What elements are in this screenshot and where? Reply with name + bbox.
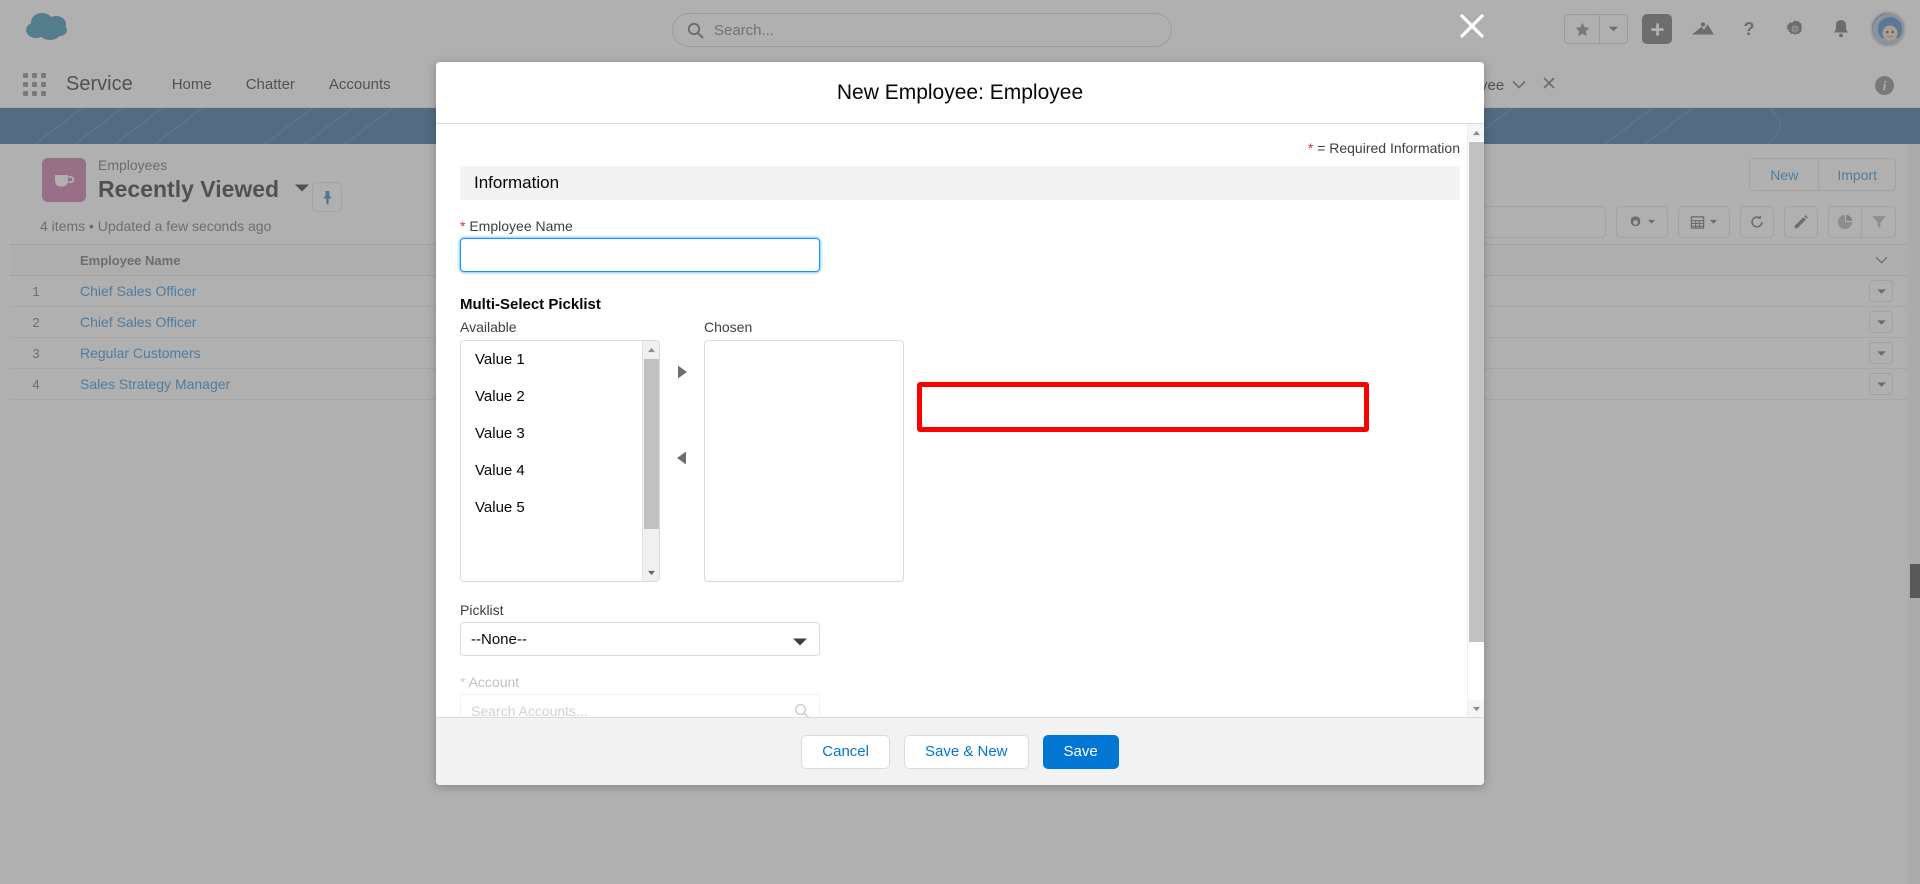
modal-scrollbar[interactable]: [1467, 124, 1484, 717]
list-item[interactable]: Value 2: [461, 378, 659, 415]
cancel-button[interactable]: Cancel: [801, 734, 890, 769]
scroll-up-arrow-icon[interactable]: [643, 341, 659, 358]
employee-name-field: * Employee Name: [436, 200, 1484, 272]
scroll-down-arrow-icon[interactable]: [1468, 700, 1484, 717]
picklist-field: Picklist --None--: [436, 582, 1484, 656]
move-right-icon[interactable]: [671, 361, 693, 383]
required-asterisk: *: [460, 674, 466, 690]
available-label: Available: [460, 319, 517, 335]
scrollbar-thumb[interactable]: [1469, 142, 1484, 642]
account-field: * Account: [436, 656, 1484, 717]
multi-select-picklist: Multi-Select Picklist Available Value 1 …: [436, 272, 1484, 582]
picklist-label: Picklist: [460, 602, 504, 618]
scroll-up-arrow-icon[interactable]: [1468, 124, 1484, 141]
available-listbox-scrollbar[interactable]: [642, 341, 659, 581]
employee-name-input[interactable]: [460, 238, 820, 272]
modal-body: * = Required Information Information * E…: [436, 124, 1484, 717]
picklist-select[interactable]: --None--: [460, 622, 820, 656]
search-icon: [794, 703, 810, 717]
chevron-down-icon[interactable]: [792, 634, 808, 652]
available-column: Available Value 1 Value 2 Value 3 Value …: [460, 319, 660, 582]
new-employee-modal: New Employee: Employee * = Required Info…: [436, 62, 1484, 785]
list-item[interactable]: Value 4: [461, 452, 659, 489]
required-asterisk: *: [1307, 140, 1314, 156]
account-label: * Account: [460, 674, 520, 690]
modal-header: New Employee: Employee: [436, 62, 1484, 124]
save-button[interactable]: Save: [1042, 734, 1119, 769]
list-item[interactable]: Value 1: [461, 341, 659, 378]
multi-select-title: Multi-Select Picklist: [460, 296, 601, 313]
employee-name-label: * Employee Name: [460, 218, 573, 234]
required-note-text: = Required Information: [1317, 140, 1460, 156]
move-left-icon[interactable]: [671, 447, 693, 469]
chosen-label: Chosen: [704, 319, 753, 335]
list-item[interactable]: Value 5: [461, 489, 659, 526]
multi-select-row: Available Value 1 Value 2 Value 3 Value …: [460, 319, 1460, 582]
transfer-arrows: [660, 341, 704, 469]
screen: ?: [0, 0, 1920, 884]
scroll-down-arrow-icon[interactable]: [643, 564, 659, 581]
modal-footer: Cancel Save & New Save: [436, 717, 1484, 785]
account-search-input[interactable]: [460, 694, 820, 717]
save-and-new-button[interactable]: Save & New: [903, 734, 1029, 769]
list-item[interactable]: Value 3: [461, 415, 659, 452]
close-icon[interactable]: [1456, 10, 1488, 42]
picklist-value: --None--: [471, 630, 527, 648]
chosen-listbox[interactable]: [704, 340, 904, 582]
information-section-header: Information: [460, 166, 1460, 200]
available-listbox[interactable]: Value 1 Value 2 Value 3 Value 4 Value 5: [460, 340, 660, 582]
section-title: Information: [474, 173, 560, 192]
chosen-column: Chosen: [704, 319, 904, 582]
scrollbar-thumb[interactable]: [644, 359, 659, 529]
modal-title: New Employee: Employee: [836, 80, 1084, 104]
required-information-note: * = Required Information: [436, 124, 1484, 166]
required-asterisk: *: [460, 218, 466, 234]
